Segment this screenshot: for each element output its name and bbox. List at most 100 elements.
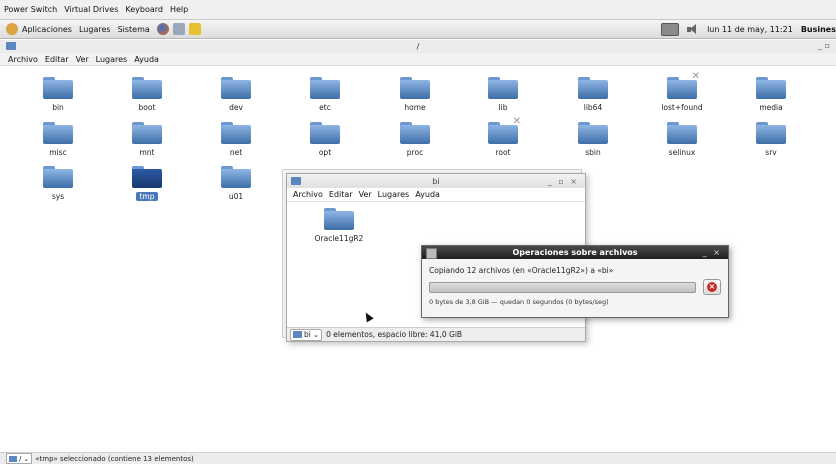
folder-icon — [310, 122, 340, 144]
folder-selinux[interactable]: selinux — [652, 122, 712, 164]
folder-icon — [291, 177, 301, 185]
folder-label: bin — [52, 103, 64, 112]
main-window-controls[interactable]: _ ▫ — [818, 41, 830, 50]
folder-label: root — [495, 148, 511, 157]
folder-icon: ✕ — [488, 116, 521, 144]
menu-archivo[interactable]: Archivo — [8, 55, 38, 64]
bi-status-text: 0 elementos, espacio libre: 41,0 GiB — [326, 330, 463, 339]
folder-label: mnt — [139, 148, 155, 157]
folder-icon — [132, 122, 162, 144]
app-icon — [426, 248, 437, 259]
folder-label: dev — [229, 103, 243, 112]
host-menu-help[interactable]: Help — [170, 5, 188, 14]
volume-icon[interactable] — [687, 24, 699, 35]
folder-icon — [132, 166, 162, 188]
folder-net[interactable]: net — [206, 122, 266, 164]
folder-media[interactable]: media — [741, 77, 801, 119]
folder-icon — [578, 122, 608, 144]
folder-bin[interactable]: bin — [28, 77, 88, 119]
panel-lugares[interactable]: Lugares — [79, 25, 111, 34]
main-window-titlebar[interactable]: / _ ▫ — [0, 40, 836, 53]
folder-oracle11gr2[interactable]: Oracle11gR2 — [309, 208, 369, 250]
folder-label: sbin — [585, 148, 601, 157]
main-window-menubar: Archivo Editar Ver Lugares Ayuda — [0, 53, 836, 66]
folder-icon — [293, 331, 302, 338]
bi-menu-archivo[interactable]: Archivo — [293, 190, 323, 199]
folder-sys[interactable]: sys — [28, 166, 88, 208]
file-operations-controls[interactable]: _ × — [703, 248, 722, 257]
folder-misc[interactable]: misc — [28, 122, 88, 164]
bi-window-titlebar[interactable]: bi _ ▫ × — [287, 174, 585, 188]
folder-label: etc — [319, 103, 331, 112]
menu-ver[interactable]: Ver — [76, 55, 89, 64]
folder-label: lost+found — [661, 103, 703, 112]
panel-sistema[interactable]: Sistema — [118, 25, 150, 34]
bi-menu-ayuda[interactable]: Ayuda — [415, 190, 440, 199]
bi-window-title: bi — [432, 176, 440, 186]
menu-lugares[interactable]: Lugares — [96, 55, 128, 64]
folder-icon — [756, 122, 786, 144]
folder-sbin[interactable]: sbin — [563, 122, 623, 164]
menu-editar[interactable]: Editar — [45, 55, 69, 64]
path-dropdown[interactable]: bi ⌄ — [290, 328, 323, 341]
host-menu-keyboard[interactable]: Keyboard — [125, 5, 163, 14]
notes-icon[interactable] — [188, 23, 201, 35]
folder-icon — [43, 166, 73, 188]
folder-label: home — [404, 103, 426, 112]
host-menu-bar: Power Switch Virtual Drives Keyboard Hel… — [0, 0, 836, 20]
folder-label: proc — [406, 148, 424, 157]
folder-u01[interactable]: u01 — [206, 166, 266, 208]
panel-aplicaciones[interactable]: Aplicaciones — [6, 23, 72, 35]
folder-icon — [756, 77, 786, 99]
folder-label: media — [759, 103, 783, 112]
bi-window-controls[interactable]: _ ▫ × — [548, 177, 579, 186]
folder-srv[interactable]: srv — [741, 122, 801, 164]
chevron-down-icon: ⌄ — [23, 454, 30, 463]
folder-label: sys — [51, 192, 65, 201]
folder-icon — [43, 77, 73, 99]
folder-etc[interactable]: etc — [295, 77, 355, 119]
folder-tmp[interactable]: tmp — [117, 166, 177, 208]
folder-icon — [6, 42, 16, 50]
path-label: bi — [304, 330, 311, 339]
file-operations-titlebar[interactable]: Operaciones sobre archivos _ × — [422, 246, 728, 259]
folder-lib64[interactable]: lib64 — [563, 77, 623, 119]
folder-dev[interactable]: dev — [206, 77, 266, 119]
no-access-icon: ✕ — [691, 71, 700, 82]
bi-menu-ver[interactable]: Ver — [359, 190, 372, 199]
folder-mnt[interactable]: mnt — [117, 122, 177, 164]
folder-lost-found[interactable]: ✕ lost+found — [652, 71, 712, 119]
mail-icon[interactable] — [172, 23, 185, 35]
folder-boot[interactable]: boot — [117, 77, 177, 119]
chevron-down-icon: ⌄ — [312, 330, 320, 339]
menu-ayuda[interactable]: Ayuda — [134, 55, 159, 64]
folder-proc[interactable]: proc — [385, 122, 445, 164]
main-path-dropdown[interactable]: / ⌄ — [6, 453, 33, 464]
folder-label: u01 — [228, 192, 244, 201]
top-panel: Aplicaciones Lugares Sistema lun 11 de m… — [0, 20, 836, 39]
bi-window-menubar: Archivo Editar Ver Lugares Ayuda — [287, 188, 585, 202]
panel-clock[interactable]: lun 11 de may, 11:21 — [707, 25, 793, 34]
folder-root[interactable]: ✕ root — [473, 116, 533, 164]
bi-menu-editar[interactable]: Editar — [329, 190, 353, 199]
copy-progress-bar — [429, 282, 696, 293]
host-menu-power-switch[interactable]: Power Switch — [4, 5, 57, 14]
folder-label: srv — [765, 148, 777, 157]
file-operations-dialog: Operaciones sobre archivos _ × Copiando … — [421, 245, 729, 318]
cancel-button[interactable]: × — [703, 279, 721, 295]
foot-icon — [6, 23, 18, 35]
firefox-icon[interactable] — [156, 23, 169, 35]
folder-home[interactable]: home — [385, 77, 445, 119]
folder-opt[interactable]: opt — [295, 122, 355, 164]
host-menu-virtual-drives[interactable]: Virtual Drives — [64, 5, 118, 14]
keyboard-icon[interactable] — [661, 23, 680, 36]
folder-label: boot — [138, 103, 156, 112]
main-status-text: «tmp» seleccionado (contiene 13 elemento… — [35, 454, 194, 463]
folder-icon — [578, 77, 608, 99]
folder-icon: ✕ — [667, 71, 700, 99]
no-access-icon: ✕ — [512, 116, 521, 127]
cancel-icon: × — [707, 282, 717, 292]
folder-label: Oracle11gR2 — [314, 234, 364, 243]
bi-menu-lugares[interactable]: Lugares — [378, 190, 410, 199]
folder-lib[interactable]: lib — [473, 77, 533, 119]
